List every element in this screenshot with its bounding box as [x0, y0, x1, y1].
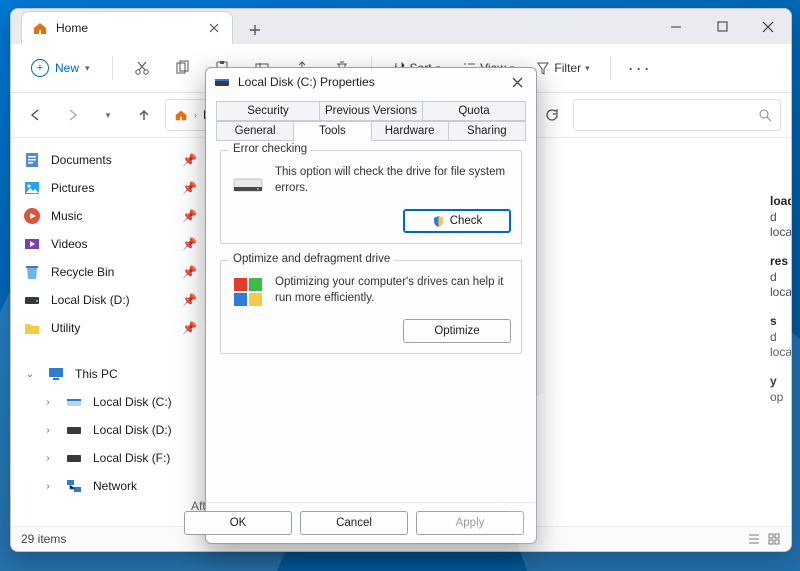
close-window-button[interactable] [745, 9, 791, 44]
chevron-down-icon: ▾ [85, 63, 90, 74]
sidebar-item-pictures[interactable]: Pictures📌 [15, 174, 205, 202]
sidebar-item-localdisk-d[interactable]: Local Disk (D:)📌 [15, 286, 205, 314]
dialog-tabs: Security Previous Versions Quota General… [206, 96, 536, 140]
dialog-body: Error checking This option will check th… [206, 140, 536, 502]
folder-desktop-label: y [770, 374, 777, 388]
cancel-button[interactable]: Cancel [300, 511, 408, 535]
chevron-right-icon[interactable]: › [41, 425, 55, 436]
error-check-text: This option will check the drive for fil… [275, 165, 511, 199]
new-label: New [55, 61, 79, 75]
filter-icon [536, 61, 550, 75]
dialog-footer: OK Cancel Apply [206, 502, 536, 543]
sidebar-item-utility[interactable]: Utility📌 [15, 314, 205, 342]
folder-videos-label: s [770, 314, 777, 328]
search-box[interactable] [573, 99, 781, 131]
check-button[interactable]: Check [403, 209, 511, 233]
optimize-group: Optimize and defragment drive Optimizing… [220, 260, 522, 354]
tab-sharing[interactable]: Sharing [449, 121, 526, 141]
tab-title: Home [56, 21, 198, 35]
sidebar-item-music[interactable]: Music📌 [15, 202, 205, 230]
tab-general[interactable]: General [216, 121, 294, 141]
minimize-button[interactable] [653, 9, 699, 44]
forward-button[interactable] [57, 100, 87, 130]
pin-icon: 📌 [182, 209, 197, 223]
new-tab-button[interactable] [241, 16, 269, 44]
sidebar-item-network[interactable]: ›Network [15, 472, 205, 500]
group-title: Error checking [229, 143, 311, 155]
group-title: Optimize and defragment drive [229, 253, 394, 265]
dialog-title: Local Disk (C:) Properties [238, 75, 375, 89]
tab-strip: Home [11, 9, 653, 44]
defrag-icon [231, 275, 265, 309]
optimize-text: Optimizing your computer's drives can he… [275, 275, 511, 309]
tab-previous-versions[interactable]: Previous Versions [320, 101, 423, 121]
titlebar: Home [11, 9, 791, 44]
pin-icon: 📌 [182, 181, 197, 195]
copy-button[interactable] [165, 51, 199, 85]
refresh-button[interactable] [537, 100, 567, 130]
more-button[interactable]: ··· [623, 51, 657, 85]
ok-button[interactable]: OK [184, 511, 292, 535]
shield-icon [432, 215, 445, 228]
chevron-down-icon[interactable]: ⌄ [23, 369, 37, 380]
cut-button[interactable] [125, 51, 159, 85]
sidebar-item-drive-d[interactable]: ›Local Disk (D:) [15, 416, 205, 444]
pin-icon: 📌 [182, 237, 197, 251]
navigation-pane: Documents📌 Pictures📌 Music📌 Videos📌 Recy… [11, 138, 210, 526]
tab-tools[interactable]: Tools [294, 121, 371, 141]
tab-home[interactable]: Home [21, 11, 233, 44]
pin-icon: 📌 [182, 321, 197, 335]
desktop-wallpaper: Home + New ▾ [0, 0, 800, 571]
large-icons-view-icon[interactable] [767, 532, 781, 546]
chevron-right-icon[interactable]: › [41, 453, 55, 464]
maximize-button[interactable] [699, 9, 745, 44]
folder-pictures-label: res [770, 254, 788, 268]
sidebar-item-drive-f[interactable]: ›Local Disk (F:) [15, 444, 205, 472]
pin-icon: 📌 [182, 293, 197, 307]
search-input[interactable] [582, 107, 759, 123]
sidebar-item-documents[interactable]: Documents📌 [15, 146, 205, 174]
dialog-titlebar[interactable]: Local Disk (C:) Properties [206, 68, 536, 96]
tab-quota[interactable]: Quota [423, 101, 526, 121]
sidebar-item-thispc[interactable]: ⌄This PC [15, 360, 205, 388]
sidebar-item-recyclebin[interactable]: Recycle Bin📌 [15, 258, 205, 286]
chevron-right-icon[interactable]: › [41, 481, 55, 492]
home-icon [32, 20, 48, 36]
chevron-right-icon: › [194, 110, 197, 120]
search-icon [759, 109, 772, 122]
optimize-button[interactable]: Optimize [403, 319, 511, 343]
drive-icon [214, 74, 230, 90]
sidebar-item-drive-c[interactable]: ›Local Disk (C:) [15, 388, 205, 416]
recent-locations-button[interactable]: ▾ [93, 100, 123, 130]
folder-downloads-label: loads [770, 194, 791, 208]
chevron-right-icon[interactable]: › [41, 397, 55, 408]
separator [112, 56, 113, 80]
drive-check-icon [231, 165, 265, 199]
back-button[interactable] [21, 100, 51, 130]
tab-hardware[interactable]: Hardware [372, 121, 449, 141]
sidebar-item-videos[interactable]: Videos📌 [15, 230, 205, 258]
filter-button[interactable]: Filter▾ [528, 56, 597, 80]
error-checking-group: Error checking This option will check th… [220, 150, 522, 244]
pin-icon: 📌 [182, 265, 197, 279]
new-button[interactable]: + New ▾ [21, 54, 100, 82]
tab-security[interactable]: Security [216, 101, 320, 121]
close-tab-icon[interactable] [206, 20, 222, 36]
home-icon [174, 108, 188, 122]
dialog-close-button[interactable] [506, 71, 528, 93]
pin-icon: 📌 [182, 153, 197, 167]
separator [610, 56, 611, 80]
up-button[interactable] [129, 100, 159, 130]
plus-circle-icon: + [31, 59, 49, 77]
window-controls [653, 9, 791, 44]
properties-dialog: Local Disk (C:) Properties Security Prev… [205, 67, 537, 544]
apply-button[interactable]: Apply [416, 511, 524, 535]
item-count: 29 items [21, 532, 66, 546]
details-view-icon[interactable] [747, 532, 761, 546]
